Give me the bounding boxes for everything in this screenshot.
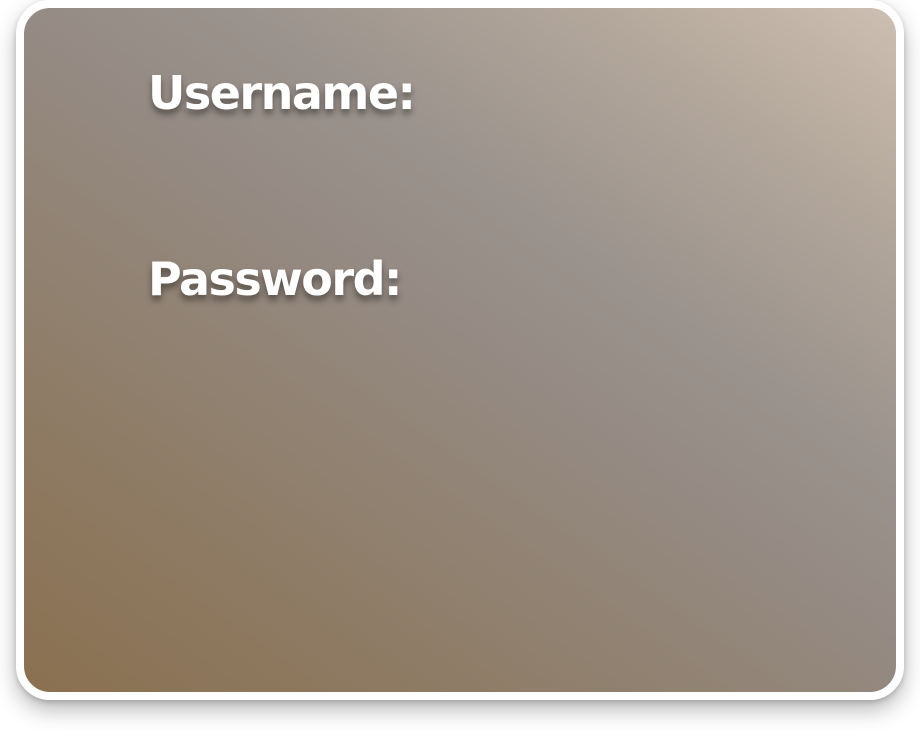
login-card: Username: Password: (16, 0, 904, 700)
page-background: Username: Password: (0, 0, 920, 732)
password-label: Password: (148, 252, 402, 306)
username-label: Username: (148, 66, 416, 120)
